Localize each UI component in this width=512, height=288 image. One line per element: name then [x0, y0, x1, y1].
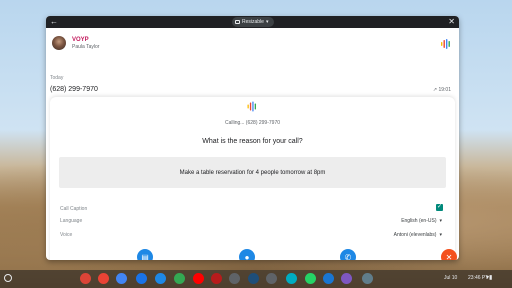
- call-caption-checkbox[interactable]: ✓: [436, 204, 443, 211]
- app-icon[interactable]: [362, 273, 373, 284]
- end-call-button[interactable]: ✕: [441, 249, 457, 260]
- contact-subtitle: Paula Taylor: [72, 44, 100, 50]
- language-label: Language: [60, 218, 83, 224]
- whatsapp-icon[interactable]: [305, 273, 316, 284]
- netflix-icon[interactable]: [211, 273, 222, 284]
- camera-icon[interactable]: [286, 273, 297, 284]
- resize-label: Resizable: [242, 19, 264, 25]
- date-label: Today: [50, 75, 64, 81]
- call-caption-label: Call Caption: [60, 206, 88, 212]
- microphone-icon: ●: [244, 252, 250, 261]
- document-icon: ▤: [141, 252, 149, 261]
- resize-toggle[interactable]: Resizable ▾: [232, 17, 274, 27]
- voyp-wave-icon: [247, 101, 256, 112]
- language-select[interactable]: English (en-US) ▾: [401, 218, 442, 224]
- tray-date[interactable]: Jul 10: [444, 275, 457, 281]
- document-button[interactable]: ▤: [137, 249, 153, 260]
- voice-label: Voice: [60, 232, 73, 238]
- window-icon: [235, 20, 240, 24]
- wifi-battery-icon[interactable]: ▾▮: [486, 274, 492, 281]
- close-icon[interactable]: ✕: [448, 17, 455, 26]
- voice-select[interactable]: Antoni (elevenlabs) ▾: [394, 232, 442, 238]
- reason-text: Make a table reservation for 4 people to…: [179, 169, 326, 176]
- files-icon[interactable]: [229, 273, 240, 284]
- language-value: English (en-US): [401, 218, 437, 224]
- chevron-down-icon: ▾: [265, 19, 269, 25]
- chrome-icon[interactable]: [80, 273, 91, 284]
- reason-question: What is the reason for your call?: [202, 138, 303, 145]
- voyp-logo-icon: [441, 39, 450, 49]
- call-panel: Calling... (628) 299-7970 What is the re…: [50, 97, 457, 260]
- calendar-icon[interactable]: [136, 273, 147, 284]
- launcher-icon[interactable]: [4, 274, 12, 282]
- phone-app-icon[interactable]: [323, 273, 334, 284]
- window-titlebar: ← Resizable ▾ ✕: [46, 16, 459, 28]
- play-store-icon[interactable]: [174, 273, 185, 284]
- dropdown-arrow-icon: ▾: [439, 232, 442, 238]
- cancel-icon: ✕: [445, 252, 453, 261]
- phone-icon: ✆: [344, 252, 352, 261]
- messages-icon[interactable]: [155, 273, 166, 284]
- settings-icon[interactable]: [266, 273, 277, 284]
- phone-button[interactable]: ✆: [340, 249, 356, 260]
- contact-name: VOYP: [72, 37, 89, 43]
- call-time: ↗ 19:01: [432, 87, 451, 93]
- docs-icon[interactable]: [116, 273, 127, 284]
- dropdown-arrow-icon: ▾: [439, 218, 442, 224]
- clock-time: 23:46: [468, 275, 481, 281]
- phone-number: (628) 299-7970: [50, 86, 98, 93]
- calling-status: Calling... (628) 299-7970: [224, 120, 281, 126]
- gmail-icon[interactable]: [98, 273, 109, 284]
- avatar[interactable]: [52, 36, 66, 50]
- voyp-app-icon[interactable]: [341, 273, 352, 284]
- microphone-button[interactable]: ●: [239, 249, 255, 260]
- app-window: ← Resizable ▾ ✕ VOYP Paula Taylor Today …: [46, 16, 459, 260]
- terminal-icon[interactable]: [248, 273, 259, 284]
- voice-value: Antoni (elevenlabs): [393, 232, 437, 238]
- back-arrow-icon[interactable]: ←: [50, 17, 58, 26]
- reason-input[interactable]: Make a table reservation for 4 people to…: [59, 157, 446, 188]
- youtube-icon[interactable]: [193, 273, 204, 284]
- contact-header: VOYP Paula Taylor: [52, 36, 452, 54]
